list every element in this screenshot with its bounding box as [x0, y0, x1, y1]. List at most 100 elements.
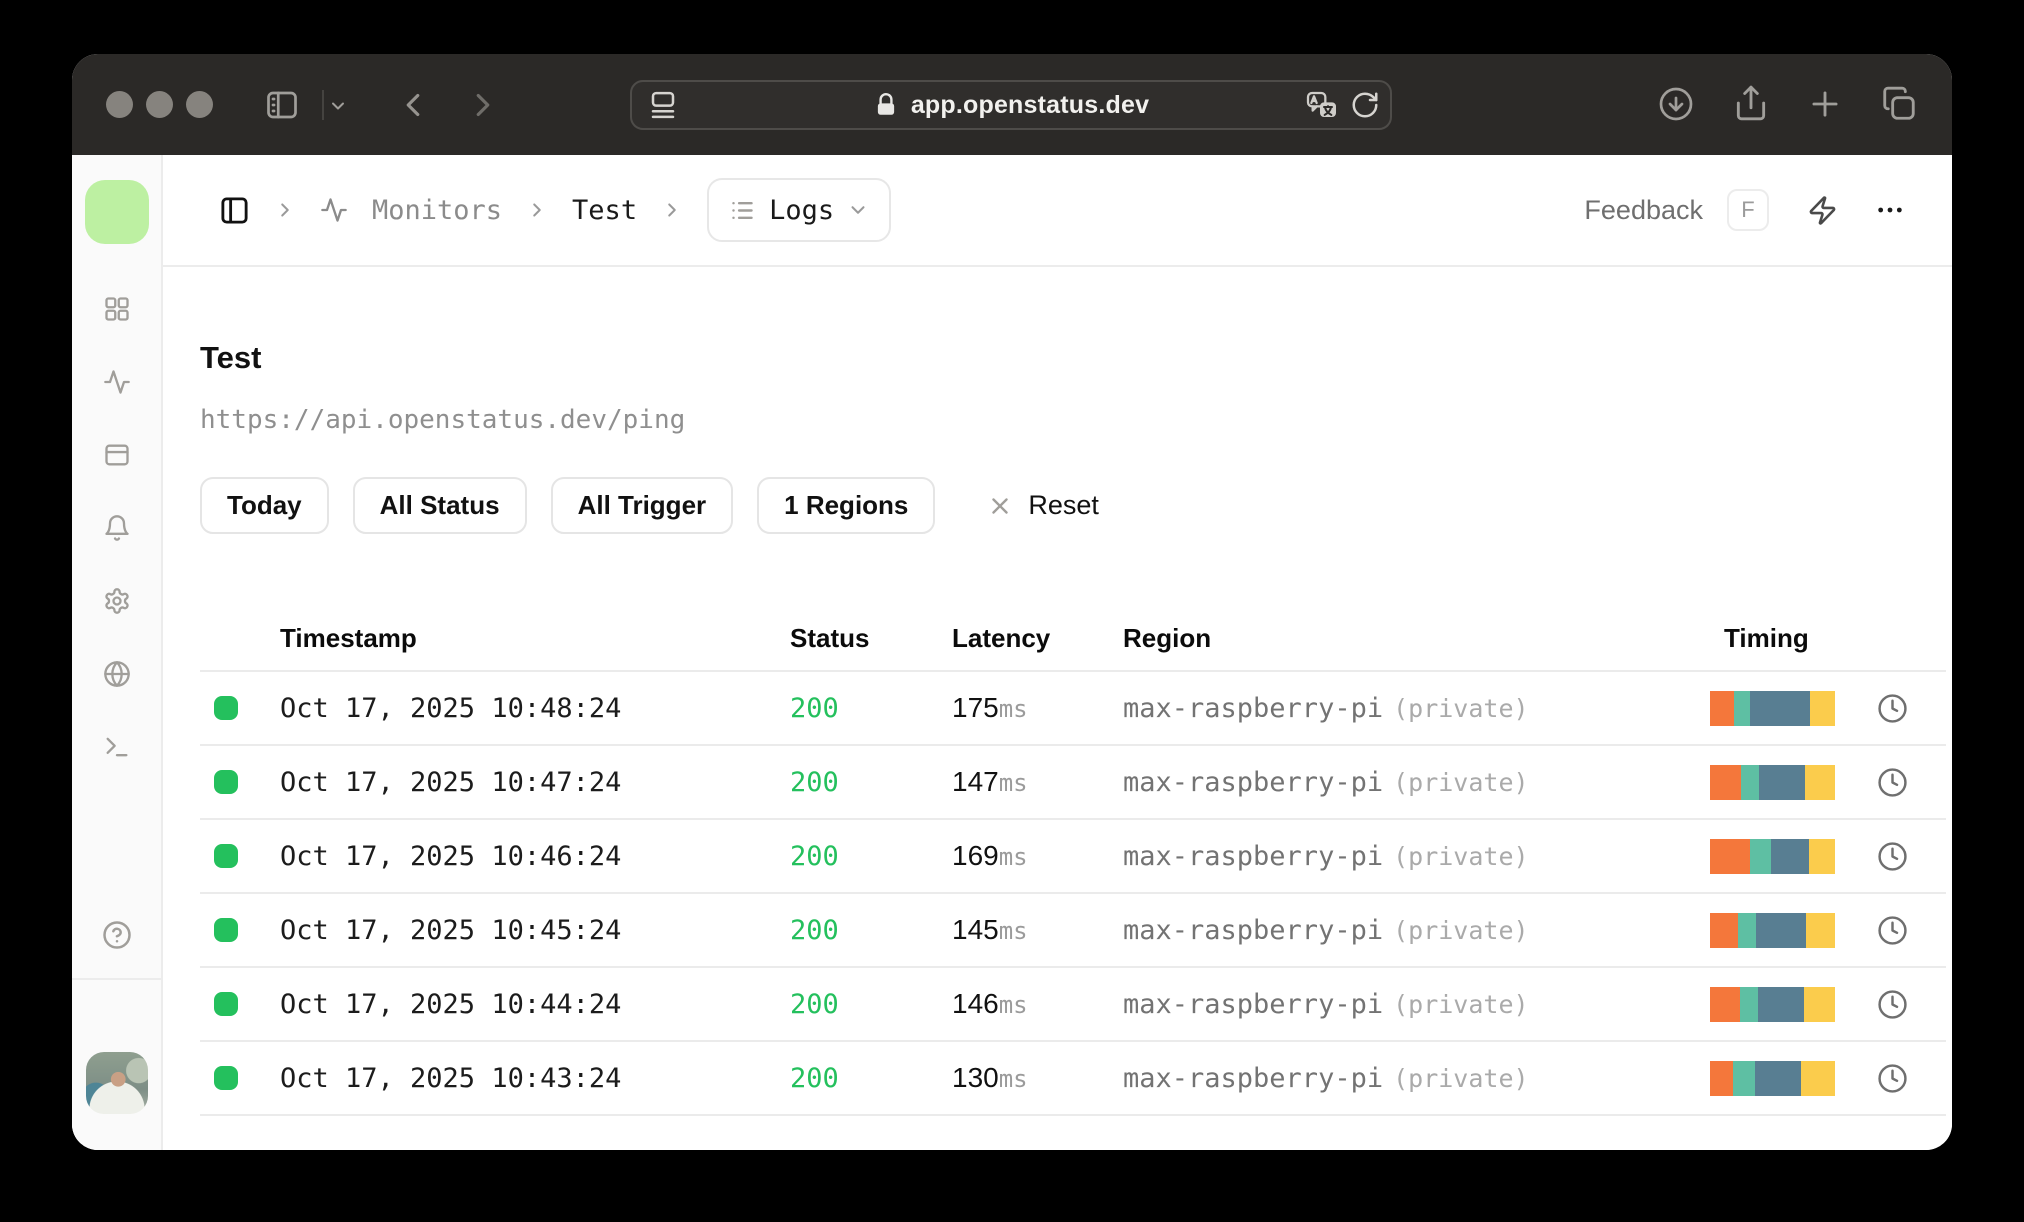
view-selector-logs[interactable]: Logs	[707, 178, 892, 242]
toolbar-divider	[322, 90, 324, 120]
clock-icon[interactable]	[1877, 767, 1908, 798]
sidebar-item-monitors[interactable]	[103, 368, 131, 396]
sidebar-chevron-down-icon[interactable]	[328, 96, 348, 116]
sidebar-rail	[72, 155, 163, 1150]
row-timestamp: Oct 17, 2025 10:44:24	[280, 988, 622, 1020]
filter-bar: Today All Status All Trigger 1 Regions R…	[200, 477, 1952, 534]
zap-icon[interactable]	[1807, 195, 1838, 226]
timing-segment	[1740, 986, 1758, 1022]
filter-date[interactable]: Today	[200, 477, 329, 534]
breadcrumb-monitors[interactable]: Monitors	[372, 195, 502, 226]
help-icon[interactable]	[102, 920, 132, 950]
row-status: 200	[790, 766, 839, 798]
sidebar-item-notifications[interactable]	[103, 514, 131, 542]
screenshot-root: app.openstatus.dev Monitors Test Logs Fe…	[0, 0, 2024, 1222]
clock-icon[interactable]	[1877, 693, 1908, 724]
status-ok-dot	[214, 918, 238, 942]
table-row[interactable]: Oct 17, 2025 10:47:24 200 147ms max-rasp…	[200, 746, 1946, 820]
timing-segment	[1750, 690, 1810, 726]
table-row[interactable]: Oct 17, 2025 10:45:24 200 145ms max-rasp…	[200, 894, 1946, 968]
timing-segment	[1732, 1060, 1755, 1096]
workspace-logo[interactable]	[85, 180, 149, 244]
row-timestamp: Oct 17, 2025 10:46:24	[280, 840, 622, 872]
reload-icon[interactable]	[1350, 90, 1380, 120]
row-status: 200	[790, 692, 839, 724]
table-row[interactable]: Oct 17, 2025 10:46:24 200 169ms max-rasp…	[200, 820, 1946, 894]
col-header-timestamp: Timestamp	[280, 623, 417, 653]
address-text: app.openstatus.dev	[910, 90, 1150, 119]
sidebar-item-domains[interactable]	[103, 660, 131, 688]
timing-segment	[1810, 690, 1835, 726]
col-header-latency: Latency	[952, 623, 1051, 653]
tab-overview-icon[interactable]	[1880, 85, 1918, 123]
user-avatar[interactable]	[86, 1052, 148, 1114]
traffic-light-zoom[interactable]	[186, 91, 213, 118]
clock-icon[interactable]	[1877, 841, 1908, 872]
browser-window: app.openstatus.dev Monitors Test Logs Fe…	[72, 54, 1952, 1150]
forward-icon[interactable]	[464, 86, 502, 124]
address-text-group: app.openstatus.dev	[632, 82, 1390, 128]
logs-table-body: Oct 17, 2025 10:48:24 200 175ms max-rasp…	[200, 672, 1946, 1116]
timing-bar	[1710, 986, 1835, 1022]
breadcrumb-chevron-icon	[661, 199, 683, 221]
clock-icon[interactable]	[1877, 989, 1908, 1020]
filter-status[interactable]: All Status	[352, 477, 527, 534]
share-icon[interactable]	[1732, 84, 1770, 122]
timing-bar	[1710, 764, 1835, 800]
timing-segment	[1803, 986, 1835, 1022]
table-row[interactable]: Oct 17, 2025 10:43:24 200 130ms max-rasp…	[200, 1042, 1946, 1116]
clock-icon[interactable]	[1877, 1063, 1908, 1094]
sidebar-item-cli[interactable]	[103, 733, 131, 761]
breadcrumb-chevron-icon	[526, 199, 548, 221]
row-latency-unit: ms	[998, 917, 1028, 945]
table-row[interactable]: Oct 17, 2025 10:48:24 200 175ms max-rasp…	[200, 672, 1946, 746]
timing-segment	[1737, 912, 1757, 948]
timing-bar	[1710, 912, 1835, 948]
downloads-icon[interactable]	[1658, 86, 1694, 122]
table-row[interactable]: Oct 17, 2025 10:44:24 200 146ms max-rasp…	[200, 968, 1946, 1042]
status-ok-dot	[214, 844, 238, 868]
row-latency-unit: ms	[998, 1065, 1028, 1093]
timing-segment	[1710, 764, 1742, 800]
timing-segment	[1710, 1060, 1733, 1096]
monitors-activity-icon	[320, 196, 348, 224]
chevron-down-icon	[847, 199, 869, 221]
row-latency: 147	[952, 766, 999, 797]
timing-bar	[1710, 1060, 1835, 1096]
logs-table-header: Timestamp Status Latency Region Timing	[200, 610, 1946, 672]
reset-filters-button[interactable]: Reset	[981, 489, 1105, 522]
new-tab-icon[interactable]	[1806, 85, 1844, 123]
toolbar-sidebar-icon[interactable]	[264, 87, 300, 123]
rail-divider	[72, 978, 161, 980]
filter-regions[interactable]: 1 Regions	[757, 477, 936, 534]
row-latency-unit: ms	[998, 991, 1028, 1019]
row-region-note: (private)	[1393, 915, 1529, 945]
translate-icon[interactable]	[1306, 89, 1338, 121]
clock-icon[interactable]	[1877, 915, 1908, 946]
traffic-light-close[interactable]	[106, 91, 133, 118]
panel-toggle-icon[interactable]	[219, 195, 250, 226]
traffic-light-minimize[interactable]	[146, 91, 173, 118]
x-icon	[987, 493, 1013, 519]
address-bar[interactable]: app.openstatus.dev	[630, 80, 1392, 130]
back-icon[interactable]	[394, 86, 432, 124]
sidebar-item-dashboard[interactable]	[103, 295, 131, 323]
timing-bar	[1710, 690, 1835, 726]
timing-segment	[1750, 838, 1772, 874]
browser-chrome: app.openstatus.dev	[72, 54, 1952, 155]
timing-segment	[1757, 986, 1804, 1022]
sidebar-item-settings[interactable]	[103, 587, 131, 615]
row-region: max-raspberry-pi	[1123, 988, 1384, 1020]
list-icon	[729, 197, 756, 224]
feedback-button[interactable]: Feedback	[1584, 195, 1703, 226]
row-latency-unit: ms	[998, 769, 1028, 797]
row-status: 200	[790, 840, 839, 872]
sidebar-item-status-pages[interactable]	[103, 441, 131, 469]
row-region-note: (private)	[1393, 693, 1529, 723]
breadcrumb-test[interactable]: Test	[572, 195, 637, 226]
page-title: Test	[200, 340, 262, 375]
row-region-note: (private)	[1393, 841, 1529, 871]
filter-trigger[interactable]: All Trigger	[550, 477, 734, 534]
more-options-icon[interactable]	[1874, 194, 1906, 226]
breadcrumb-chevron-icon	[274, 199, 296, 221]
